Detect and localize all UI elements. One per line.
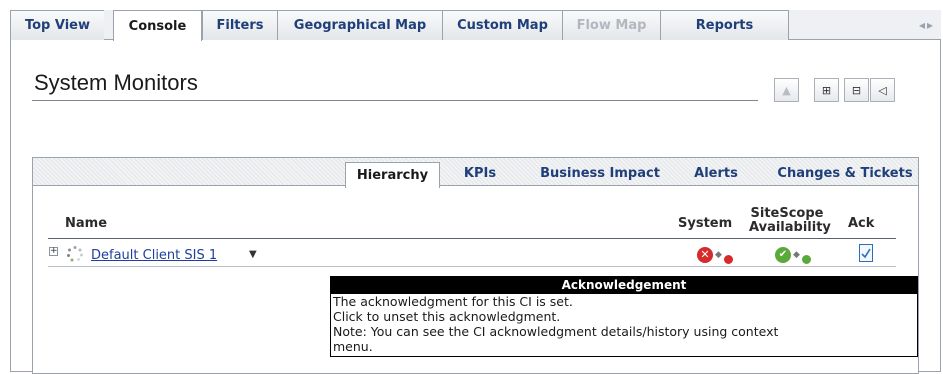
tab-console[interactable]: Console (113, 10, 202, 41)
column-header-ack[interactable]: Ack (848, 217, 874, 231)
column-header-sitescope-line2: Availability (749, 220, 831, 235)
tab-scroll-arrows-icon[interactable]: ◂▸ (919, 18, 935, 32)
expand-toggle-icon[interactable]: + (49, 247, 58, 256)
system-trend-icon: ◆ (715, 250, 722, 260)
sitescope-trend-icon: ◆ (793, 250, 800, 260)
tooltip-line: The acknowledgment for this CI is set. (333, 294, 573, 309)
system-status-critical-icon[interactable]: ✕ (697, 247, 713, 263)
header-divider (48, 238, 896, 239)
row-divider (48, 266, 896, 267)
ci-link-default-client-sis-1[interactable]: Default Client SIS 1 (91, 248, 217, 263)
collapse-tree-icon[interactable]: ⊟ (844, 78, 869, 102)
column-header-sitescope-availability[interactable]: SiteScope Availability (749, 206, 831, 235)
top-tab-bar: Top View Console Filters Geographical Ma… (10, 10, 941, 41)
tab-business-impact[interactable]: Business Impact (530, 161, 670, 186)
sitescope-status-ok-icon[interactable]: ✔ (775, 247, 791, 263)
column-header-sitescope-line1: SiteScope (750, 206, 824, 221)
sitescope-trend-ok-dot-icon (802, 255, 811, 264)
column-header-system[interactable]: System (678, 217, 732, 231)
page-title: System Monitors (34, 70, 198, 95)
ack-checkmark-icon (861, 248, 871, 259)
tab-alerts[interactable]: Alerts (685, 161, 747, 186)
tab-reports[interactable]: Reports (660, 10, 789, 40)
tooltip-line: Note: You can see the CI acknowledgment … (333, 324, 779, 339)
tab-changes-tickets[interactable]: Changes & Tickets (770, 161, 920, 186)
tab-filters[interactable]: Filters (202, 10, 277, 40)
tab-kpis[interactable]: KPIs (451, 161, 509, 186)
sound-icon[interactable]: ◁ (870, 78, 895, 102)
tab-custom-map[interactable]: Custom Map (442, 10, 562, 40)
title-divider (32, 100, 758, 101)
tab-top-view[interactable]: Top View (10, 10, 104, 40)
tooltip-line: menu. (333, 339, 373, 354)
expand-tree-icon[interactable]: ⊞ (814, 78, 839, 102)
tooltip-line: Click to unset this acknowledgment. (333, 309, 561, 324)
panel-tab-bar: Hierarchy KPIs Business Impact Alerts Ch… (33, 158, 920, 188)
tooltip-title: Acknowledgement (331, 277, 917, 294)
acknowledgement-tooltip: Acknowledgement The acknowledgment for t… (330, 276, 918, 357)
tab-hierarchy[interactable]: Hierarchy (345, 162, 440, 188)
loading-spinner-icon (67, 246, 83, 262)
up-arrow-icon: ▲ (774, 78, 799, 102)
tab-geographical-map[interactable]: Geographical Map (277, 10, 442, 40)
system-trend-critical-dot-icon (724, 255, 733, 264)
acknowledgment-document-icon[interactable] (859, 244, 873, 262)
ci-context-menu-chevron-down-icon[interactable]: ▼ (249, 249, 257, 260)
column-header-name[interactable]: Name (65, 217, 107, 231)
tab-flow-map: Flow Map (562, 10, 660, 40)
